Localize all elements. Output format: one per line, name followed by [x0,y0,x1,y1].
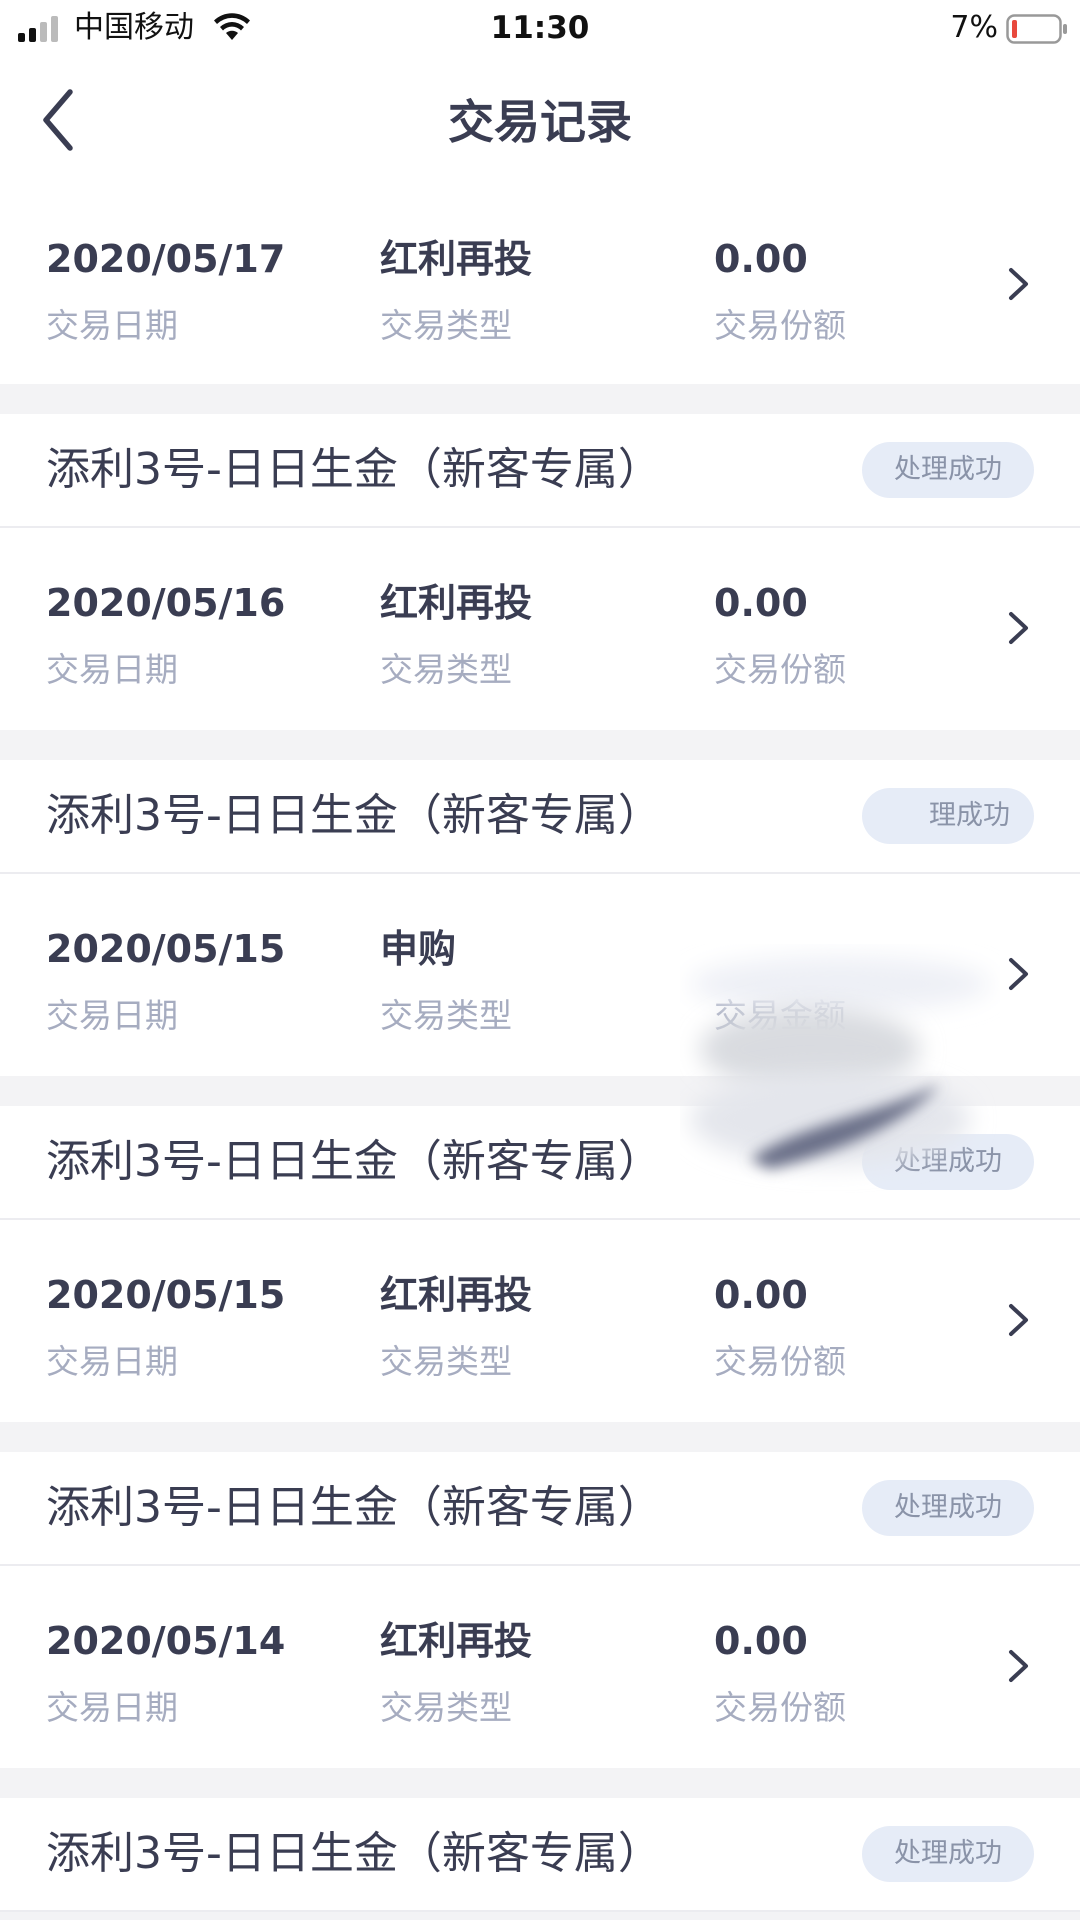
transaction-row[interactable]: 2020/05/14 交易日期 红利再投 交易类型 0.00 交易份额 [0,1566,1080,1768]
nav-bar: 交易记录 [0,60,1080,184]
chevron-right-icon [1009,268,1028,300]
transaction-row[interactable]: 2020/05/16 交易日期 红利再投 交易类型 0.00 交易份额 [0,528,1080,730]
status-badge: 处理成功 [862,1480,1034,1536]
transaction-amount-label: 交易份额 [714,1342,846,1381]
transaction-type: 红利再投 [380,581,533,625]
chevron-right-icon [1009,1304,1028,1336]
transaction-card: 添利3号-日日生金（新客专属） 处理成功 2020/05/15 交易日期 红利再… [0,1106,1080,1422]
transaction-row[interactable]: 2020/05/15 交易日期 红利再投 交易类型 0.00 交易份额 [0,1220,1080,1422]
transaction-row[interactable]: 2020/05/15 交易日期 申购 交易类型 交易金额 [0,874,1080,1076]
signal-icon [18,16,58,42]
transaction-list[interactable]: 2020/05/17 交易日期 红利再投 交易类型 0.00 交易份额 添利3号… [0,184,1080,1920]
battery-percent: 7% [950,10,998,45]
product-name: 添利3号-日日生金（新客专属） [46,1136,662,1187]
card-header: 添利3号-日日生金（新客专属） 理成功 [0,760,1080,874]
chevron-left-icon [43,89,73,151]
transaction-date-label: 交易日期 [46,650,178,689]
transaction-amount: 0.00 [714,1619,808,1663]
clock-time: 11:30 [490,10,590,46]
chevron-right-icon [1009,1650,1028,1682]
transaction-amount: 0.00 [714,581,808,625]
transaction-date: 2020/05/15 [46,1273,286,1317]
transaction-date-label: 交易日期 [46,1342,178,1381]
transaction-type-label: 交易类型 [380,650,512,689]
transaction-amount: 0.00 [714,237,808,281]
transaction-type-label: 交易类型 [380,996,512,1035]
transaction-type-label: 交易类型 [380,1688,512,1727]
chevron-right-icon [1009,612,1028,644]
product-name: 添利3号-日日生金（新客专属） [46,1482,662,1533]
card-header: 添利3号-日日生金（新客专属） 处理成功 [0,1106,1080,1220]
transaction-amount-label: 交易份额 [714,1688,846,1727]
product-name: 添利3号-日日生金（新客专属） [46,1828,662,1879]
transaction-card: 添利3号-日日生金（新客专属） 处理成功 2020/05/16 交易日期 红利再… [0,414,1080,730]
transaction-card: 添利3号-日日生金（新客专属） 处理成功 2020/05/14 交易日期 红利再… [0,1452,1080,1768]
transaction-date-label: 交易日期 [46,996,178,1035]
transaction-amount-label: 交易份额 [714,650,846,689]
status-bar: 中国移动 11:30 7% [0,0,1080,60]
carrier-name: 中国移动 [74,10,194,45]
battery-icon [1006,14,1067,44]
product-name: 添利3号-日日生金（新客专属） [46,790,662,841]
transaction-type: 红利再投 [380,1619,533,1663]
status-badge: 理成功 [862,788,1034,844]
transaction-type-label: 交易类型 [380,306,512,345]
transaction-date: 2020/05/17 [46,237,286,281]
transaction-amount-label: 交易份额 [714,306,846,345]
transaction-type: 红利再投 [380,237,533,281]
status-badge: 处理成功 [862,1826,1034,1882]
transaction-card: 2020/05/17 交易日期 红利再投 交易类型 0.00 交易份额 [0,184,1080,384]
back-button[interactable] [30,82,110,162]
page-title: 交易记录 [448,95,632,149]
product-name: 添利3号-日日生金（新客专属） [46,444,662,495]
transaction-date: 2020/05/15 [46,927,286,971]
transaction-card: 添利3号-日日生金（新客专属） 理成功 2020/05/15 交易日期 申购 交… [0,760,1080,1076]
transaction-date-label: 交易日期 [46,306,178,345]
transaction-type-label: 交易类型 [380,1342,512,1381]
transaction-type: 申购 [380,927,457,971]
transaction-card: 添利3号-日日生金（新客专属） 处理成功 [0,1798,1080,1912]
status-badge-text: 理成功 [929,800,1010,831]
status-badge: 处理成功 [862,1134,1034,1190]
card-header: 添利3号-日日生金（新客专属） 处理成功 [0,414,1080,528]
card-header: 添利3号-日日生金（新客专属） 处理成功 [0,1452,1080,1566]
card-header: 添利3号-日日生金（新客专属） 处理成功 [0,1798,1080,1912]
transaction-row[interactable]: 2020/05/17 交易日期 红利再投 交易类型 0.00 交易份额 [0,184,1080,384]
transaction-date: 2020/05/16 [46,581,286,625]
transaction-date: 2020/05/14 [46,1619,286,1663]
chevron-right-icon [1009,958,1028,990]
status-badge: 处理成功 [862,442,1034,498]
transaction-date-label: 交易日期 [46,1688,178,1727]
transaction-amount: 0.00 [714,1273,808,1317]
transaction-type: 红利再投 [380,1273,533,1317]
wifi-icon [214,13,250,40]
transaction-amount-label: 交易金额 [714,996,846,1035]
